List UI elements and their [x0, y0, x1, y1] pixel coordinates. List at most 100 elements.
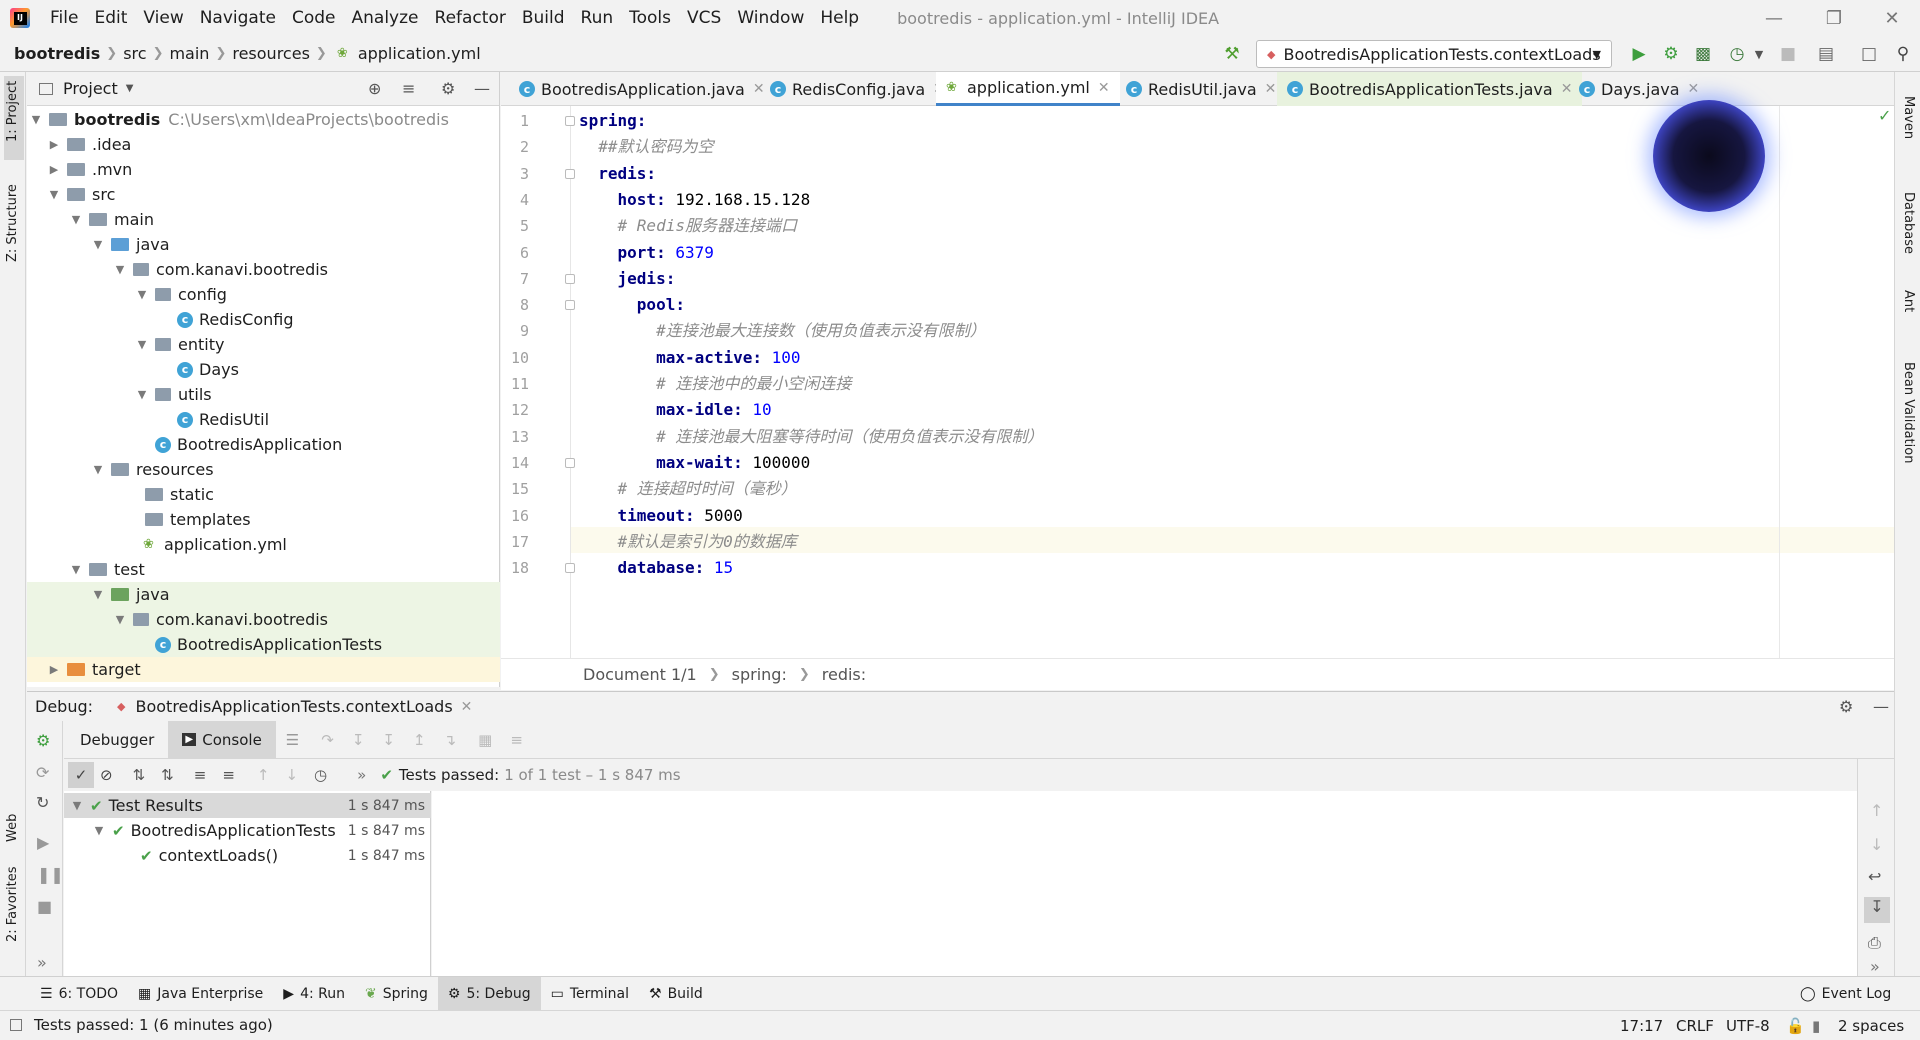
search-everywhere-icon[interactable]: ⚲: [1891, 42, 1915, 66]
tab-bootredisapplicationtests[interactable]: c BootredisApplicationTests.java ✕: [1277, 72, 1583, 106]
tree-item-entity[interactable]: ▼ entity: [27, 332, 500, 357]
tool-tab-database[interactable]: Database: [1901, 192, 1916, 254]
tool-button-terminal[interactable]: ▭ Terminal: [541, 977, 639, 1011]
menu-vcs[interactable]: VCS: [679, 0, 729, 36]
test-history-icon[interactable]: ◷: [314, 766, 327, 784]
step-over-icon[interactable]: ↷: [321, 731, 334, 749]
run-configuration-select[interactable]: ◆ BootredisApplicationTests.contextLoads…: [1256, 40, 1612, 68]
scroll-to-end-icon[interactable]: ↧: [1864, 897, 1890, 923]
rerun-debug-icon[interactable]: ⚙: [36, 731, 50, 750]
expanded-arrow-icon[interactable]: ▼: [91, 463, 105, 476]
tree-item-utils[interactable]: ▼ utils: [27, 382, 500, 407]
debug-session-tab[interactable]: BootredisApplicationTests.contextLoads: [135, 697, 452, 716]
tab-bootredisapplication[interactable]: c BootredisApplication.java ✕: [509, 72, 775, 106]
tree-item-static[interactable]: static: [27, 482, 500, 507]
soft-wrap-icon[interactable]: ↩: [1868, 867, 1881, 886]
more-actions-icon[interactable]: »: [1870, 957, 1880, 976]
build-hammer-icon[interactable]: ⚒: [1220, 42, 1244, 66]
tree-item-root[interactable]: ▼ bootredis C:\Users\xm\IdeaProjects\boo…: [27, 107, 500, 132]
tool-button-spring[interactable]: ❦ Spring: [355, 977, 438, 1011]
up-arrow-icon[interactable]: ↑: [1870, 801, 1883, 820]
expanded-arrow-icon[interactable]: ▼: [113, 613, 127, 626]
menu-build[interactable]: Build: [514, 0, 573, 36]
tool-button-build[interactable]: ⚒ Build: [639, 977, 713, 1011]
tree-item-test-java[interactable]: ▼ java: [27, 582, 500, 607]
tree-item-redisutil[interactable]: c RedisUtil: [27, 407, 500, 432]
fold-marker-icon[interactable]: [565, 457, 575, 468]
debug-bug-icon[interactable]: ⚙: [1659, 42, 1683, 66]
tree-item-days[interactable]: c Days: [27, 357, 500, 382]
expand-all-icon[interactable]: ≡: [194, 766, 207, 784]
caret-position[interactable]: 17:17: [1620, 1011, 1663, 1040]
tree-item-main[interactable]: ▼ main: [27, 207, 500, 232]
menu-refactor[interactable]: Refactor: [427, 0, 514, 36]
expanded-arrow-icon[interactable]: ▼: [135, 338, 149, 351]
restore-icon[interactable]: ❐: [1804, 0, 1864, 36]
lock-icon[interactable]: 🔓: [1786, 1011, 1805, 1040]
expanded-arrow-icon[interactable]: ▼: [92, 824, 106, 837]
expanded-arrow-icon[interactable]: ▼: [70, 799, 84, 812]
collapse-all-icon[interactable]: ≡: [222, 766, 235, 784]
gear-icon[interactable]: ⚙: [1839, 697, 1853, 716]
close-tab-icon[interactable]: ✕: [1265, 81, 1277, 97]
rerun-failed-icon[interactable]: ⟳: [36, 763, 49, 782]
tool-button-debug[interactable]: ⚙ 5: Debug: [437, 976, 541, 1011]
pause-icon[interactable]: ❚❚: [37, 865, 64, 884]
expanded-arrow-icon[interactable]: ▼: [91, 238, 105, 251]
expanded-arrow-icon[interactable]: ▼: [69, 563, 83, 576]
menu-view[interactable]: View: [135, 0, 191, 36]
tree-item-templates[interactable]: templates: [27, 507, 500, 532]
test-row-method[interactable]: ✔ contextLoads() 1 s 847 ms: [64, 843, 431, 868]
close-tab-icon[interactable]: ✕: [1098, 80, 1110, 96]
git-icon[interactable]: ▮: [1812, 1011, 1820, 1040]
restore-layout-icon[interactable]: ↻: [36, 793, 49, 812]
tree-item-test[interactable]: ▼ test: [27, 557, 500, 582]
more-actions-icon[interactable]: »: [37, 953, 47, 972]
breadcrumb-resources[interactable]: resources: [232, 44, 310, 63]
console-output[interactable]: [432, 791, 1857, 976]
collapsed-arrow-icon[interactable]: ▶: [47, 663, 61, 676]
fold-marker-icon[interactable]: [565, 563, 575, 574]
fold-marker-icon[interactable]: [565, 273, 575, 284]
breadcrumb-src[interactable]: src: [123, 44, 146, 63]
tree-item-bootredisapplication[interactable]: c BootredisApplication: [27, 432, 500, 457]
expanded-arrow-icon[interactable]: ▼: [135, 388, 149, 401]
menu-tools[interactable]: Tools: [621, 0, 679, 36]
gear-icon[interactable]: ⚙: [441, 79, 455, 98]
tab-redisconfig[interactable]: c RedisConfig.java ✕: [760, 72, 955, 106]
indent-setting[interactable]: 2 spaces: [1838, 1011, 1904, 1040]
force-step-into-icon[interactable]: ↧: [382, 731, 395, 749]
expanded-arrow-icon[interactable]: ▼: [113, 263, 127, 276]
tree-item-mvn[interactable]: ▶ .mvn: [27, 157, 500, 182]
chevron-down-icon[interactable]: ▼: [126, 83, 134, 94]
menu-run[interactable]: Run: [573, 0, 622, 36]
tree-item-bootredisapplicationtests[interactable]: c BootredisApplicationTests: [27, 632, 500, 657]
fold-marker-icon[interactable]: [565, 116, 575, 126]
breadcrumb-document[interactable]: Document 1/1: [583, 665, 697, 684]
fold-marker-icon[interactable]: [565, 168, 575, 179]
sort-duration-icon[interactable]: ⇅: [161, 766, 174, 784]
fold-marker-icon[interactable]: [565, 300, 575, 311]
menu-edit[interactable]: Edit: [86, 0, 135, 36]
trace-icon[interactable]: ≡: [510, 731, 523, 749]
toggle-tool-windows-icon[interactable]: [10, 1019, 22, 1031]
locate-file-icon[interactable]: ⊕: [368, 79, 381, 98]
menu-window[interactable]: Window: [729, 0, 812, 36]
more-actions-icon[interactable]: »: [357, 766, 366, 784]
next-failed-icon[interactable]: ↓: [285, 766, 298, 784]
file-encoding[interactable]: UTF-8: [1726, 1011, 1770, 1040]
run-to-cursor-icon[interactable]: ↴: [444, 731, 457, 749]
line-separator[interactable]: CRLF: [1676, 1011, 1714, 1040]
tree-item-src[interactable]: ▼ src: [27, 182, 500, 207]
tool-tab-maven[interactable]: Maven: [1901, 96, 1916, 139]
expanded-arrow-icon[interactable]: ▼: [135, 288, 149, 301]
step-into-icon[interactable]: ↧: [352, 731, 365, 749]
tool-button-todo[interactable]: ☰ 6: TODO: [30, 977, 128, 1011]
print-icon[interactable]: ⎙: [1868, 933, 1881, 953]
tab-console[interactable]: ▶ Console: [168, 720, 276, 759]
inspection-ok-icon[interactable]: ✓: [1878, 106, 1891, 125]
breadcrumb-project[interactable]: bootredis: [14, 44, 100, 63]
tool-tab-structure[interactable]: Z: Structure: [5, 184, 20, 262]
project-view-title[interactable]: Project: [63, 79, 118, 98]
breadcrumb-main[interactable]: main: [169, 44, 209, 63]
